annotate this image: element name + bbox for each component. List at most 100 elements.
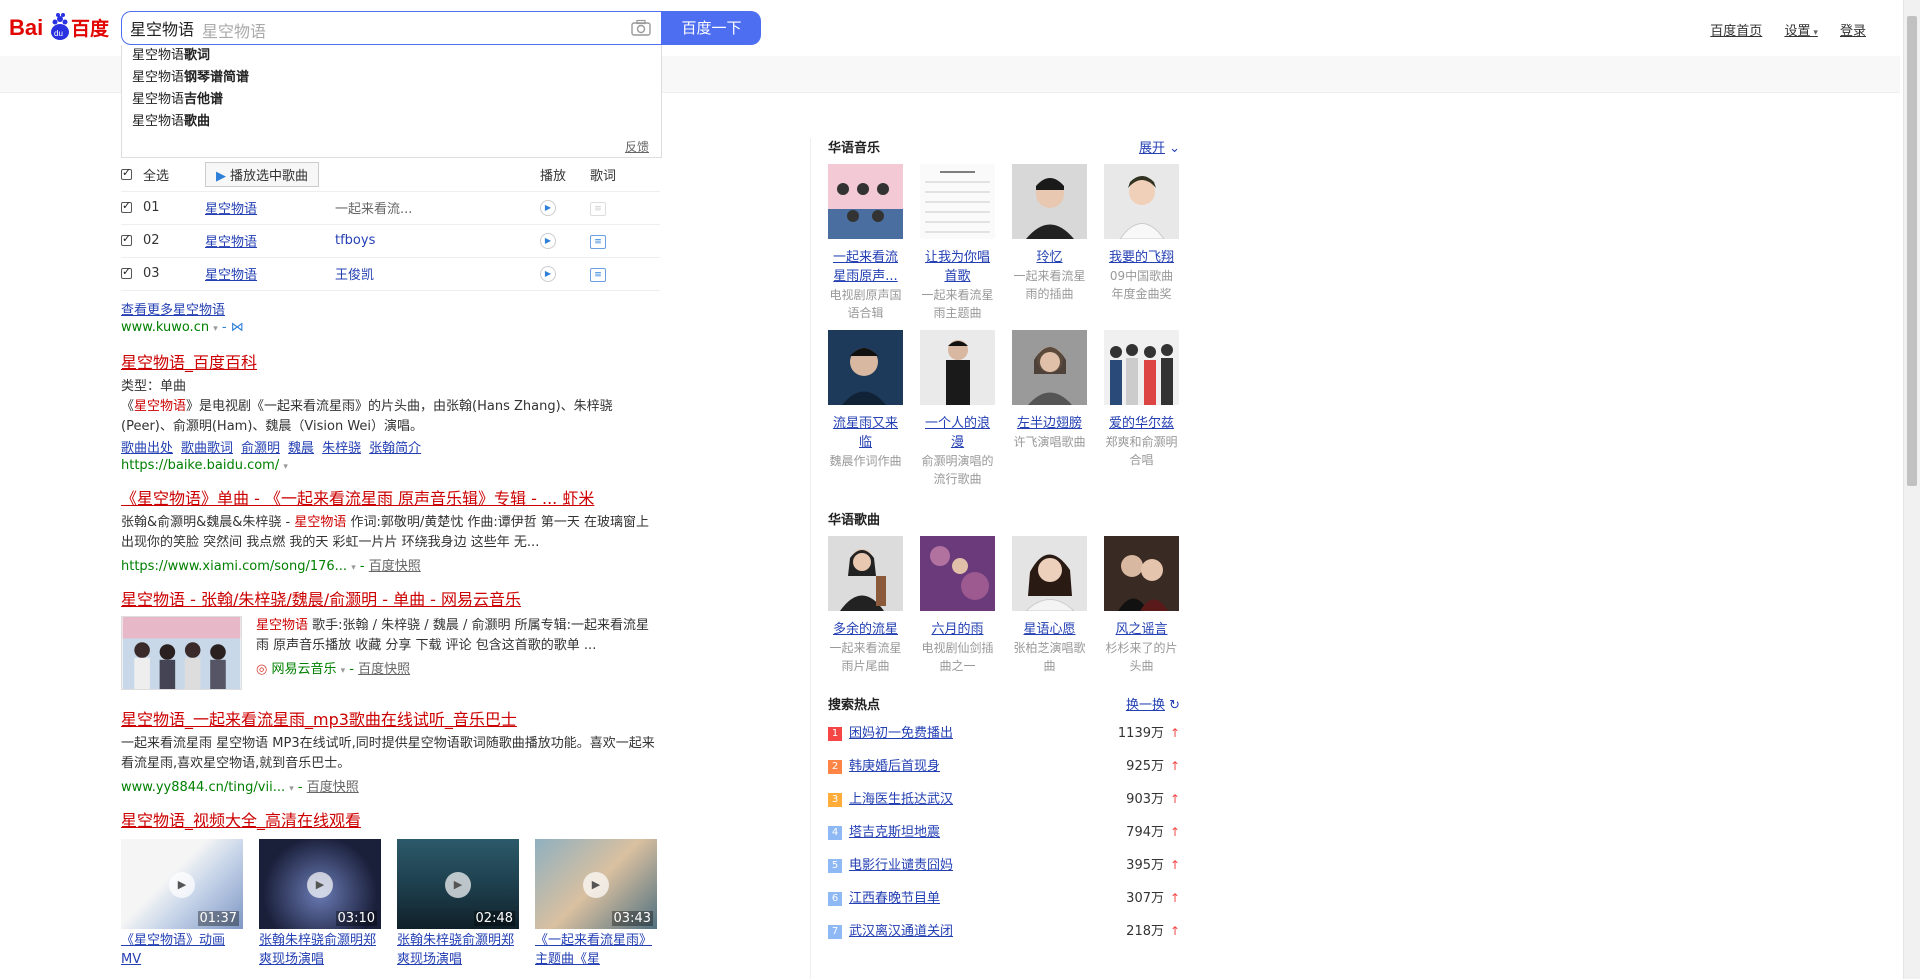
video-title[interactable]: 张翰朱梓骁俞灏明郑爽现场演唱 (397, 931, 519, 969)
song-card[interactable]: 星语心愿 张柏芝演唱歌曲 (1012, 536, 1087, 675)
chevron-down-icon[interactable]: ▾ (213, 324, 218, 334)
chevron-down-icon[interactable]: ▾ (283, 462, 288, 472)
scrollbar[interactable] (1903, 0, 1920, 979)
play-circle-icon[interactable]: ▶ (540, 266, 556, 282)
album-cover[interactable] (1104, 330, 1179, 405)
lyrics-icon[interactable]: ≡ (590, 234, 606, 249)
album-cover[interactable] (828, 330, 903, 405)
suggestion-item[interactable]: 星空物语吉他谱 (122, 89, 661, 111)
scrollbar-thumb[interactable] (1907, 16, 1917, 486)
song-title-link[interactable]: 星空物语 (205, 235, 257, 250)
video-thumbnail[interactable]: ▶ 03:43 (535, 838, 657, 929)
suggestion-feedback-link[interactable]: 反馈 (625, 138, 649, 155)
snapshot-link[interactable]: 百度快照 (358, 662, 410, 677)
music-title[interactable]: 左半边翅膀 (1012, 414, 1087, 433)
hot-title[interactable]: 上海医生抵达武汉 (849, 792, 953, 807)
chevron-down-icon[interactable]: ▾ (289, 784, 294, 794)
hot-title[interactable]: 困妈初一免费播出 (849, 726, 953, 741)
song-artist-link[interactable]: 王俊凯 (335, 268, 374, 283)
song-title-link[interactable]: 星空物语 (205, 202, 257, 217)
sheet-music-image[interactable] (920, 164, 995, 239)
login-link[interactable]: 登录 (1840, 24, 1866, 39)
hot-title[interactable]: 武汉离汉通道关闭 (849, 924, 953, 939)
music-card[interactable]: 左半边翅膀 许飞演唱歌曲 (1012, 330, 1087, 488)
song-cover[interactable] (920, 536, 995, 611)
hot-title[interactable]: 江西春晚节目单 (849, 891, 940, 906)
sublink[interactable]: 俞灏明 (241, 441, 280, 456)
music-card[interactable]: 一个人的浪漫 俞灏明演唱的流行歌曲 (920, 330, 995, 488)
hot-item[interactable]: 7 武汉离汉通道关闭 218万 ↑ (828, 915, 1180, 948)
hot-item[interactable]: 6 江西春晚节目单 307万 ↑ (828, 882, 1180, 915)
result-title-link[interactable]: 星空物语_一起来看流星雨_mp3歌曲在线试听_音乐巴士 (121, 706, 661, 730)
music-title[interactable]: 一个人的浪漫 (920, 414, 995, 452)
music-title[interactable]: 我要的飞翔 (1104, 248, 1179, 267)
more-songs-link[interactable]: 查看更多星空物语 (121, 303, 225, 318)
video-card[interactable]: ▶ 02:48 张翰朱梓骁俞灏明郑爽现场演唱 (397, 838, 519, 969)
sublink[interactable]: 歌曲歌词 (181, 441, 233, 456)
sublink[interactable]: 魏晨 (288, 441, 314, 456)
play-circle-icon[interactable]: ▶ (540, 233, 556, 249)
music-card[interactable]: 我要的飞翔 09中国歌曲年度金曲奖 (1104, 164, 1179, 322)
result-title-link[interactable]: 星空物语 - 张翰/朱梓骁/魏晨/俞灏明 - 单曲 - 网易云音乐 (121, 586, 661, 610)
video-card[interactable]: ▶ 03:43 《一起来看流星雨》主题曲《星 (535, 838, 657, 969)
expand-link[interactable]: 展开 ⌄ (1139, 138, 1180, 160)
video-thumbnail[interactable]: ▶ 01:37 (121, 838, 243, 929)
hot-title[interactable]: 韩庚婚后首现身 (849, 759, 940, 774)
refresh-link[interactable]: 换一换 ↻ (1126, 695, 1180, 717)
song-title-link[interactable]: 星空物语 (205, 268, 257, 283)
suggestion-item[interactable]: 星空物语歌词 (122, 45, 661, 67)
result-thumbnail[interactable] (121, 615, 242, 690)
music-title[interactable]: 流星雨又来临 (828, 414, 903, 452)
sublink[interactable]: 朱梓骁 (322, 441, 361, 456)
settings-link[interactable]: 设置 ▾ (1784, 24, 1817, 39)
song-checkbox[interactable] (121, 232, 132, 246)
hot-item[interactable]: 4 塔吉克斯坦地震 794万 ↑ (828, 816, 1180, 849)
source-url[interactable]: https://baike.baidu.com/ (121, 458, 279, 473)
result-title-link[interactable]: 《星空物语》单曲 - 《一起来看流星雨 原声音乐辑》专辑 - ... 虾米 (121, 485, 661, 509)
artist-photo[interactable] (1012, 164, 1087, 239)
album-cover[interactable] (828, 164, 903, 239)
artist-photo[interactable] (1104, 164, 1179, 240)
song-title[interactable]: 六月的雨 (920, 620, 995, 639)
music-card[interactable]: 让我为你唱首歌 一起来看流星雨主题曲 (920, 164, 995, 322)
music-title[interactable]: 爱的华尔兹 (1104, 414, 1179, 433)
artist-photo[interactable] (920, 330, 995, 405)
chevron-down-icon[interactable]: ▾ (341, 666, 346, 676)
play-selected-button[interactable]: ▶ 播放选中歌曲 (205, 161, 320, 187)
song-checkbox[interactable] (121, 265, 132, 279)
hot-item[interactable]: 1 困妈初一免费播出 1139万 ↑ (828, 717, 1180, 750)
hot-item[interactable]: 3 上海医生抵达武汉 903万 ↑ (828, 783, 1180, 816)
song-title[interactable]: 风之谣言 (1104, 620, 1179, 639)
lyrics-icon[interactable]: ≡ (590, 267, 606, 282)
video-card[interactable]: ▶ 03:10 张翰朱梓骁俞灏明郑爽现场演唱 (259, 838, 381, 969)
video-card[interactable]: ▶ 01:37 《星空物语》动画MV (121, 838, 243, 969)
source-url[interactable]: www.yy8844.cn/ting/vii... (121, 780, 285, 795)
video-thumbnail[interactable]: ▶ 03:10 (259, 838, 381, 929)
snapshot-link[interactable]: 百度快照 (369, 559, 421, 574)
music-title[interactable]: 让我为你唱首歌 (920, 248, 995, 286)
suggestion-item[interactable]: 星空物语钢琴谱简谱 (122, 67, 661, 89)
song-card[interactable]: 多余的流星 一起来看流星雨片尾曲 (828, 536, 903, 675)
song-card[interactable]: 六月的雨 电视剧仙剑插曲之一 (920, 536, 995, 675)
source-url[interactable]: www.kuwo.cn (121, 320, 209, 335)
music-card[interactable]: 爱的华尔兹 郑爽和俞灏明合唱 (1104, 330, 1179, 488)
song-cover[interactable] (828, 536, 903, 611)
music-card[interactable]: 一起来看流星雨原声... 电视剧原声国语合辑 (828, 164, 903, 322)
play-circle-icon[interactable]: ▶ (540, 200, 556, 216)
hot-item[interactable]: 5 电影行业谴责囧妈 395万 ↑ (828, 849, 1180, 882)
camera-icon[interactable] (631, 19, 651, 37)
baidu-logo[interactable]: Bai du 百度 (9, 8, 113, 44)
source-name[interactable]: 网易云音乐 (271, 662, 336, 677)
select-all-checkbox[interactable] (121, 166, 132, 180)
snapshot-link[interactable]: 百度快照 (307, 780, 359, 795)
song-checkbox[interactable] (121, 199, 132, 213)
song-title[interactable]: 多余的流星 (828, 620, 903, 639)
result-title-link[interactable]: 星空物语_视频大全_高清在线观看 (121, 807, 661, 831)
hot-item[interactable]: 2 韩庚婚后首现身 925万 ↑ (828, 750, 1180, 783)
video-title[interactable]: 《一起来看流星雨》主题曲《星 (535, 931, 657, 969)
lyrics-icon[interactable]: ≡ (590, 201, 606, 216)
search-button[interactable]: 百度一下 (662, 11, 761, 45)
music-card[interactable]: 流星雨又来临 魏晨作词作曲 (828, 330, 903, 488)
video-title[interactable]: 张翰朱梓骁俞灏明郑爽现场演唱 (259, 931, 381, 969)
result-title-link[interactable]: 星空物语_百度百科 (121, 349, 661, 373)
